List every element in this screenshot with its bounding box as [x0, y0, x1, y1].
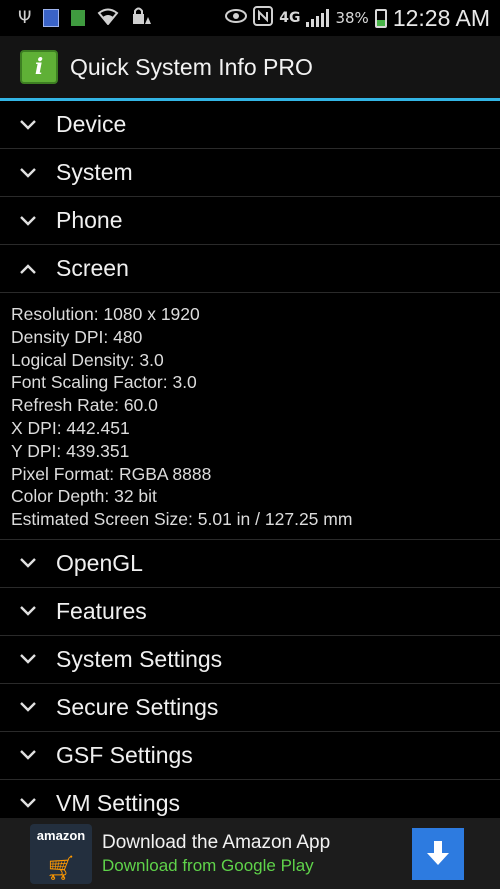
section-label: Device [56, 111, 127, 137]
status-bar: Ψ 4G 38% 12:28 AM [0, 0, 500, 36]
detail-color-depth: Color Depth: 32 bit [11, 486, 157, 507]
section-label: OpenGL [56, 549, 143, 576]
battery-percent: 38% [335, 9, 369, 27]
chevron-up-icon [0, 263, 56, 275]
amazon-logo: amazon 🛒︎ [30, 823, 92, 884]
detail-y-dpi: Y DPI: 439.351 [11, 440, 130, 461]
section-screen[interactable]: Screen [0, 245, 500, 293]
chevron-down-icon [0, 119, 56, 131]
chevron-down-icon [0, 797, 56, 809]
section-label: Secure Settings [56, 693, 219, 720]
app-info-icon[interactable]: i [20, 50, 58, 84]
ad-banner[interactable]: amazon 🛒︎ Download the Amazon App Downlo… [0, 818, 500, 889]
action-bar: i Quick System Info PRO [0, 36, 500, 98]
amazon-logo-text: amazon [36, 827, 86, 843]
detail-resolution: Resolution: 1080 x 1920 [11, 304, 200, 324]
section-gsf-settings[interactable]: GSF Settings [0, 732, 500, 780]
section-opengl[interactable]: OpenGL [0, 540, 500, 588]
signal-icon [306, 9, 330, 27]
section-system[interactable]: System [0, 149, 500, 197]
detail-font-scaling: Font Scaling Factor: 3.0 [11, 372, 197, 393]
section-label: System Settings [56, 645, 223, 672]
wifi-icon [97, 7, 119, 29]
section-label: Features [56, 597, 147, 624]
section-label: GSF Settings [56, 741, 193, 768]
ad-download-button[interactable] [412, 828, 464, 880]
section-secure-settings[interactable]: Secure Settings [0, 684, 500, 732]
chevron-down-icon [0, 557, 56, 569]
ad-title: Download the Amazon App [102, 831, 331, 853]
section-device[interactable]: Device [0, 101, 500, 149]
app-title: Quick System Info PRO [70, 53, 313, 80]
section-label: VM Settings [56, 789, 180, 816]
detail-density-dpi: Density DPI: 480 [11, 326, 143, 347]
detail-logical-density: Logical Density: 3.0 [11, 349, 164, 370]
ad-subtitle: Download from Google Play [102, 855, 314, 875]
detail-screen-size: Estimated Screen Size: 5.01 in / 127.25 … [11, 509, 353, 530]
screen-details: Resolution: 1080 x 1920 Density DPI: 480… [0, 293, 500, 540]
detail-pixel-format: Pixel Format: RGBA 8888 [11, 463, 212, 484]
lock-alert-icon [131, 6, 152, 30]
section-system-settings[interactable]: System Settings [0, 636, 500, 684]
ad-text: Download the Amazon App Download from Go… [102, 832, 330, 876]
chevron-down-icon [0, 701, 56, 713]
section-list: Device System Phone Screen Resolution: 1… [0, 101, 500, 828]
section-features[interactable]: Features [0, 588, 500, 636]
detail-refresh-rate: Refresh Rate: 60.0 [11, 395, 158, 416]
section-label: System [56, 159, 133, 185]
notification-green-icon [71, 10, 86, 26]
chevron-down-icon [0, 605, 56, 617]
section-phone[interactable]: Phone [0, 197, 500, 245]
section-label: Phone [56, 207, 123, 233]
chevron-down-icon [0, 749, 56, 761]
detail-x-dpi: X DPI: 442.451 [11, 417, 130, 438]
section-label: Screen [56, 255, 129, 281]
clock: 12:28 AM [392, 4, 490, 31]
chevron-down-icon [0, 653, 56, 665]
eye-icon [225, 9, 248, 27]
chevron-down-icon [0, 215, 56, 227]
notification-blue-icon [43, 9, 60, 27]
usb-icon: Ψ [18, 7, 32, 28]
shopping-cart-icon: 🛒︎ [45, 853, 77, 882]
nfc-icon [253, 6, 274, 30]
chevron-down-icon [0, 167, 56, 179]
battery-icon [374, 8, 387, 28]
network-type: 4G [279, 10, 301, 26]
download-arrow-icon [427, 841, 449, 865]
